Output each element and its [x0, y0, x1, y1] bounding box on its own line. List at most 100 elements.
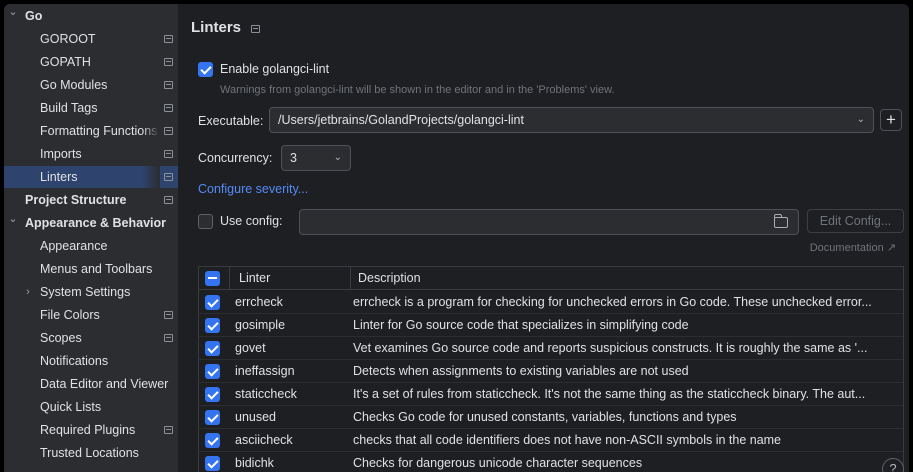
linter-enabled-checkbox[interactable] [205, 433, 220, 448]
linter-enabled-checkbox[interactable] [205, 364, 220, 379]
label-fade [142, 304, 160, 326]
linter-enabled-checkbox[interactable] [205, 456, 220, 471]
add-executable-button[interactable]: + [880, 109, 902, 131]
sidebar-item-label: System Settings [40, 285, 131, 299]
project-level-icon [164, 173, 173, 181]
label-fade [142, 51, 160, 73]
sidebar-item[interactable]: Build Tags [4, 97, 178, 119]
enable-golangci-label[interactable]: Enable golangci-lint [220, 62, 329, 76]
sidebar-item[interactable]: Project Structure [4, 189, 178, 211]
enable-golangci-checkbox[interactable] [198, 62, 213, 77]
sidebar-item-label: Data Editor and Viewer [40, 377, 169, 391]
label-fade [142, 120, 160, 142]
sidebar-item[interactable]: › System Settings [4, 281, 178, 303]
sidebar-item-label: Menus and Toolbars [40, 262, 153, 276]
label-fade [142, 166, 160, 188]
table-row[interactable]: staticcheck It's a set of rules from stat… [199, 383, 903, 406]
sidebar-item[interactable]: ⌄ Go [4, 5, 178, 27]
settings-sidebar: ⌄ Go GOROOT GOPATH Go Modules Build Tags Forma… [4, 4, 178, 472]
table-row[interactable]: asciicheck checks that all code identifie… [199, 429, 903, 452]
sidebar-item[interactable]: Formatting Functions [4, 120, 178, 142]
sidebar-item[interactable]: ⌄ Appearance & Behavior [4, 212, 178, 234]
use-config-label[interactable]: Use config: [220, 214, 283, 228]
enable-golangci-hint: Warnings from golangci-lint will be show… [220, 84, 615, 96]
linter-name: errcheck [235, 295, 283, 309]
project-level-icon [164, 104, 173, 112]
sidebar-item-label: Go [25, 9, 43, 23]
linter-name: staticcheck [235, 387, 297, 401]
linter-enabled-checkbox[interactable] [205, 387, 220, 402]
label-fade [142, 143, 160, 165]
sidebar-item[interactable]: Trusted Locations [4, 442, 178, 464]
linter-name: unused [235, 410, 277, 424]
label-fade [142, 74, 160, 96]
page-title: Linters [191, 19, 242, 36]
sidebar-item[interactable]: Imports [4, 143, 178, 165]
table-row[interactable]: ineffassign Detects when assignments to e… [199, 360, 903, 383]
sidebar-item-label: File Colors [40, 308, 100, 322]
sidebar-item[interactable]: Notifications [4, 350, 178, 372]
sidebar-item-label: Appearance [40, 239, 108, 253]
chevron-down-icon[interactable]: ⌄ [857, 108, 865, 132]
table-row[interactable]: unused Checks Go code for unused constant… [199, 406, 903, 429]
chevron-down-icon[interactable]: ⌄ [334, 146, 342, 170]
use-config-checkbox[interactable] [198, 214, 213, 229]
linter-enabled-checkbox[interactable] [205, 295, 220, 310]
table-row[interactable]: gosimple Linter for Go source code that s… [199, 314, 903, 337]
sidebar-item-label: Quick Lists [40, 400, 102, 414]
configure-severity-link[interactable]: Configure severity... [198, 182, 308, 196]
linter-enabled-checkbox[interactable] [205, 341, 220, 356]
linter-name: asciicheck [235, 433, 293, 447]
sidebar-item[interactable]: Quick Lists [4, 396, 178, 418]
project-level-icon [164, 81, 173, 89]
folder-icon[interactable] [774, 214, 788, 228]
table-row[interactable]: bidichk Checks for dangerous unicode char… [199, 452, 903, 472]
sidebar-item[interactable]: Linters [4, 166, 178, 188]
linter-name: ineffassign [235, 364, 295, 378]
sidebar-item[interactable]: Appearance [4, 235, 178, 257]
table-row[interactable]: errcheck errcheck is a program for checki… [199, 291, 903, 314]
sidebar-item-label: Trusted Locations [40, 446, 139, 460]
linter-description: checks that all code identifiers does no… [353, 433, 782, 447]
linter-enabled-checkbox[interactable] [205, 410, 220, 425]
sidebar-item[interactable]: Data Editor and Viewer [4, 373, 178, 395]
executable-combobox[interactable]: /Users/jetbrains/GolandProjects/golangci… [269, 107, 874, 133]
chevron-right-icon[interactable]: › [22, 281, 34, 303]
label-fade [142, 97, 160, 119]
project-level-icon [164, 150, 173, 158]
linter-name: govet [235, 341, 266, 355]
sidebar-item-label: Imports [40, 147, 82, 161]
column-header-linter[interactable]: Linter [239, 267, 270, 290]
table-row[interactable]: govet Vet examines Go source code and rep… [199, 337, 903, 360]
executable-value: /Users/jetbrains/GolandProjects/golangci… [278, 113, 524, 127]
config-path-field[interactable] [299, 209, 799, 235]
chevron-down-icon[interactable]: ⌄ [7, 212, 19, 230]
sidebar-item[interactable]: Scopes [4, 327, 178, 349]
linter-description: Vet examines Go source code and reports … [353, 341, 868, 355]
linter-name: gosimple [235, 318, 286, 332]
column-header-description[interactable]: Description [358, 267, 421, 290]
sidebar-item-label: Appearance & Behavior [25, 216, 167, 230]
sidebar-item[interactable]: Required Plugins [4, 419, 178, 441]
sidebar-item-label: Formatting Functions [40, 124, 158, 138]
project-level-icon [164, 334, 173, 342]
sidebar-item[interactable]: GOPATH [4, 51, 178, 73]
documentation-link[interactable]: Documentation ↗ [806, 241, 896, 254]
sidebar-item-label: GOROOT [40, 32, 96, 46]
linters-panel: Linters Enable golangci-lint Warnings fr… [178, 4, 909, 472]
sidebar-item[interactable]: File Colors [4, 304, 178, 326]
concurrency-combobox[interactable]: 3 ⌄ [281, 145, 351, 171]
sidebar-item[interactable]: Menus and Toolbars [4, 258, 178, 280]
edit-config-button[interactable]: Edit Config... [807, 209, 904, 233]
concurrency-value: 3 [290, 151, 297, 165]
linter-name: bidichk [235, 456, 274, 470]
settings-window: ⌄ Go GOROOT GOPATH Go Modules Build Tags Forma… [4, 4, 909, 472]
sidebar-item[interactable]: GOROOT [4, 28, 178, 50]
linter-enabled-checkbox[interactable] [205, 318, 220, 333]
sidebar-item-label: GOPATH [40, 55, 91, 69]
chevron-down-icon[interactable]: ⌄ [7, 5, 19, 23]
project-level-icon [251, 25, 260, 33]
label-fade [142, 28, 160, 50]
select-all-checkbox[interactable] [205, 271, 220, 286]
sidebar-item[interactable]: Go Modules [4, 74, 178, 96]
